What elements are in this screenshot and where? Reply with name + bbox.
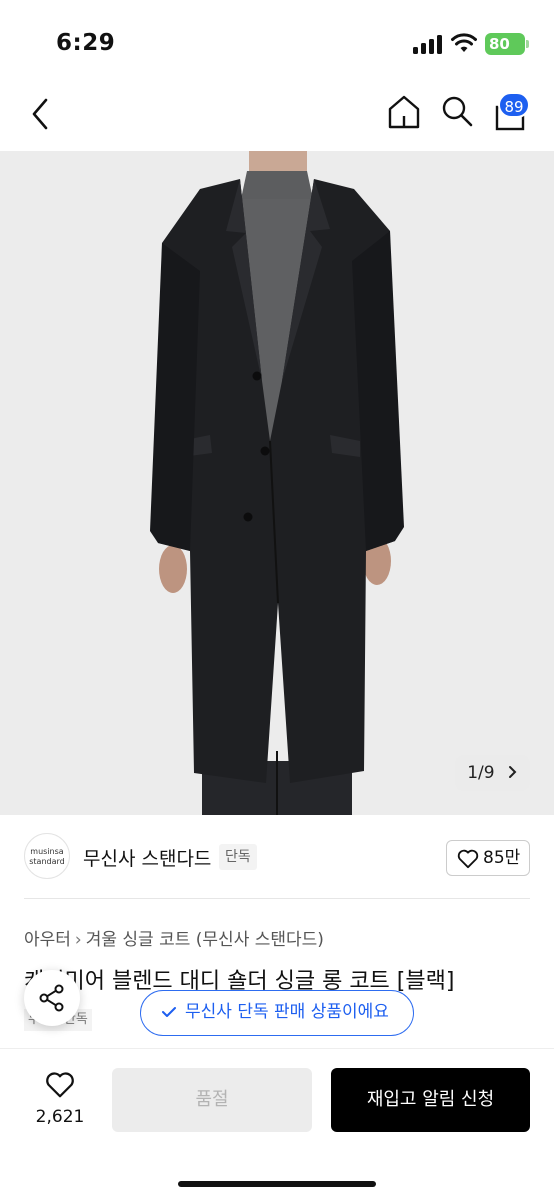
page-indicator-text: 1/9 xyxy=(467,763,495,783)
brand-logo-line1: musinsa xyxy=(30,847,64,856)
brand-like-button[interactable]: 85만 xyxy=(446,840,530,876)
brand-name[interactable]: 무신사 스탠다드 xyxy=(83,844,211,871)
exclusive-notice-text: 무신사 단독 판매 상품이에요 xyxy=(185,1002,389,1022)
bottom-action-bar: 2,621 품절 재입고 알림 신청 xyxy=(0,1048,554,1200)
coat-illustration xyxy=(150,151,404,815)
chevron-right-icon xyxy=(509,766,517,778)
nav-bar xyxy=(0,80,554,150)
home-icon[interactable] xyxy=(386,94,422,130)
brand-like-count: 85만 xyxy=(483,848,521,868)
breadcrumb: 아우터 › 겨울 싱글 코트 (무신사 스탠다드) xyxy=(24,925,324,950)
breadcrumb-subcategory[interactable]: 겨울 싱글 코트 (무신사 스탠다드) xyxy=(86,930,324,950)
restock-alert-button[interactable]: 재입고 알림 신청 xyxy=(331,1068,530,1132)
heart-icon xyxy=(46,1072,74,1098)
exclusive-notice-pill[interactable]: 무신사 단독 판매 상품이에요 xyxy=(140,990,414,1036)
share-button[interactable] xyxy=(24,970,80,1026)
signal-icon xyxy=(413,34,443,54)
back-icon[interactable] xyxy=(26,94,58,134)
battery-cap xyxy=(526,40,529,48)
heart-icon xyxy=(457,849,479,869)
brand-logo-line2: standard xyxy=(29,857,65,866)
battery-level: 80 xyxy=(489,35,510,53)
breadcrumb-category[interactable]: 아우터 xyxy=(24,930,71,950)
share-icon xyxy=(39,984,64,1012)
wifi-icon xyxy=(451,33,477,52)
status-time: 6:29 xyxy=(56,30,116,56)
wish-count: 2,621 xyxy=(35,1107,85,1127)
status-bar: 6:29 80 xyxy=(0,0,554,80)
brand-exclusive-tag: 단독 xyxy=(219,844,257,870)
cart-badge: 89 xyxy=(498,92,530,118)
brand-row[interactable]: musinsa standard 무신사 스탠다드 단독 85만 xyxy=(0,831,554,885)
soldout-button[interactable]: 품절 xyxy=(112,1068,312,1132)
image-page-indicator[interactable]: 1/9 xyxy=(455,755,530,791)
search-icon[interactable] xyxy=(440,94,474,130)
divider xyxy=(24,898,530,899)
check-icon xyxy=(162,1007,176,1017)
brand-logo[interactable]: musinsa standard xyxy=(24,833,70,879)
battery-indicator: 80 xyxy=(485,33,525,55)
wish-button[interactable]: 2,621 xyxy=(30,1071,90,1131)
breadcrumb-separator: › xyxy=(74,930,82,950)
product-image[interactable]: 1/9 xyxy=(0,151,554,815)
home-indicator xyxy=(178,1181,376,1187)
